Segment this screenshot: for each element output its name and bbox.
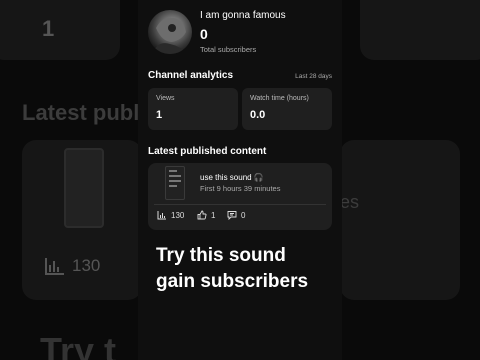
bg-overlay: Try t <box>40 330 117 360</box>
bg-thumbnail <box>64 148 104 228</box>
watch-time-card[interactable]: Watch time (hours) 0.0 <box>242 88 332 130</box>
bar-chart-icon <box>157 211 166 220</box>
channel-header: I am gonna famous 0 Total subscribers <box>148 10 286 54</box>
watch-time-value: 0.0 <box>250 109 266 121</box>
views-value: 1 <box>156 109 163 121</box>
latest-video-card[interactable]: use this sound 🎧 First 9 hours 39 minute… <box>148 163 332 230</box>
thumbs-up-icon <box>197 210 207 220</box>
analytics-header: Channel analytics Last 28 days <box>148 70 332 81</box>
bg-count: 1 <box>42 16 55 41</box>
views-count: 130 <box>171 210 185 220</box>
bg-views-value: 130 <box>72 256 101 275</box>
analytics-period: Last 28 days <box>295 73 332 80</box>
views-label: Views <box>156 95 175 102</box>
studio-screen: I am gonna famous 0 Total subscribers Ch… <box>138 0 342 360</box>
channel-name: I am gonna famous <box>200 10 286 21</box>
watch-time-label: Watch time (hours) <box>250 95 309 102</box>
bar-chart-icon <box>45 258 64 275</box>
card-divider <box>154 204 326 205</box>
video-thumbnail[interactable] <box>165 166 185 200</box>
subscriber-count: 0 <box>200 26 208 42</box>
analytics-title: Channel analytics <box>148 70 234 81</box>
comments-count: 0 <box>241 210 246 220</box>
bg-card-subscribers <box>0 0 120 60</box>
avatar-image <box>152 17 188 54</box>
bg-heading: Latest publ <box>22 100 140 125</box>
bg-card-right <box>360 0 480 60</box>
bg-suffix: es <box>340 192 360 212</box>
comment-icon <box>227 211 237 220</box>
likes-count: 1 <box>211 210 216 220</box>
bg-card-content-right <box>340 140 460 300</box>
views-metric: 130 <box>157 210 184 220</box>
latest-header: Latest published content <box>148 146 332 157</box>
video-meta: First 9 hours 39 minutes <box>200 184 281 193</box>
video-title: use this sound 🎧 <box>200 173 264 182</box>
caption-overlay: Try this sound gain subscribers <box>156 243 308 295</box>
caption-line-1: Try this sound <box>156 245 286 266</box>
latest-title: Latest published content <box>148 146 267 157</box>
views-card[interactable]: Views 1 <box>148 88 238 130</box>
caption-line-2: gain subscribers <box>156 271 309 292</box>
comments-metric: 0 <box>227 210 245 220</box>
subscriber-label: Total subscribers <box>200 45 257 54</box>
bg-views: 130 <box>44 256 100 276</box>
likes-metric: 1 <box>197 210 215 220</box>
channel-avatar[interactable] <box>148 10 192 54</box>
